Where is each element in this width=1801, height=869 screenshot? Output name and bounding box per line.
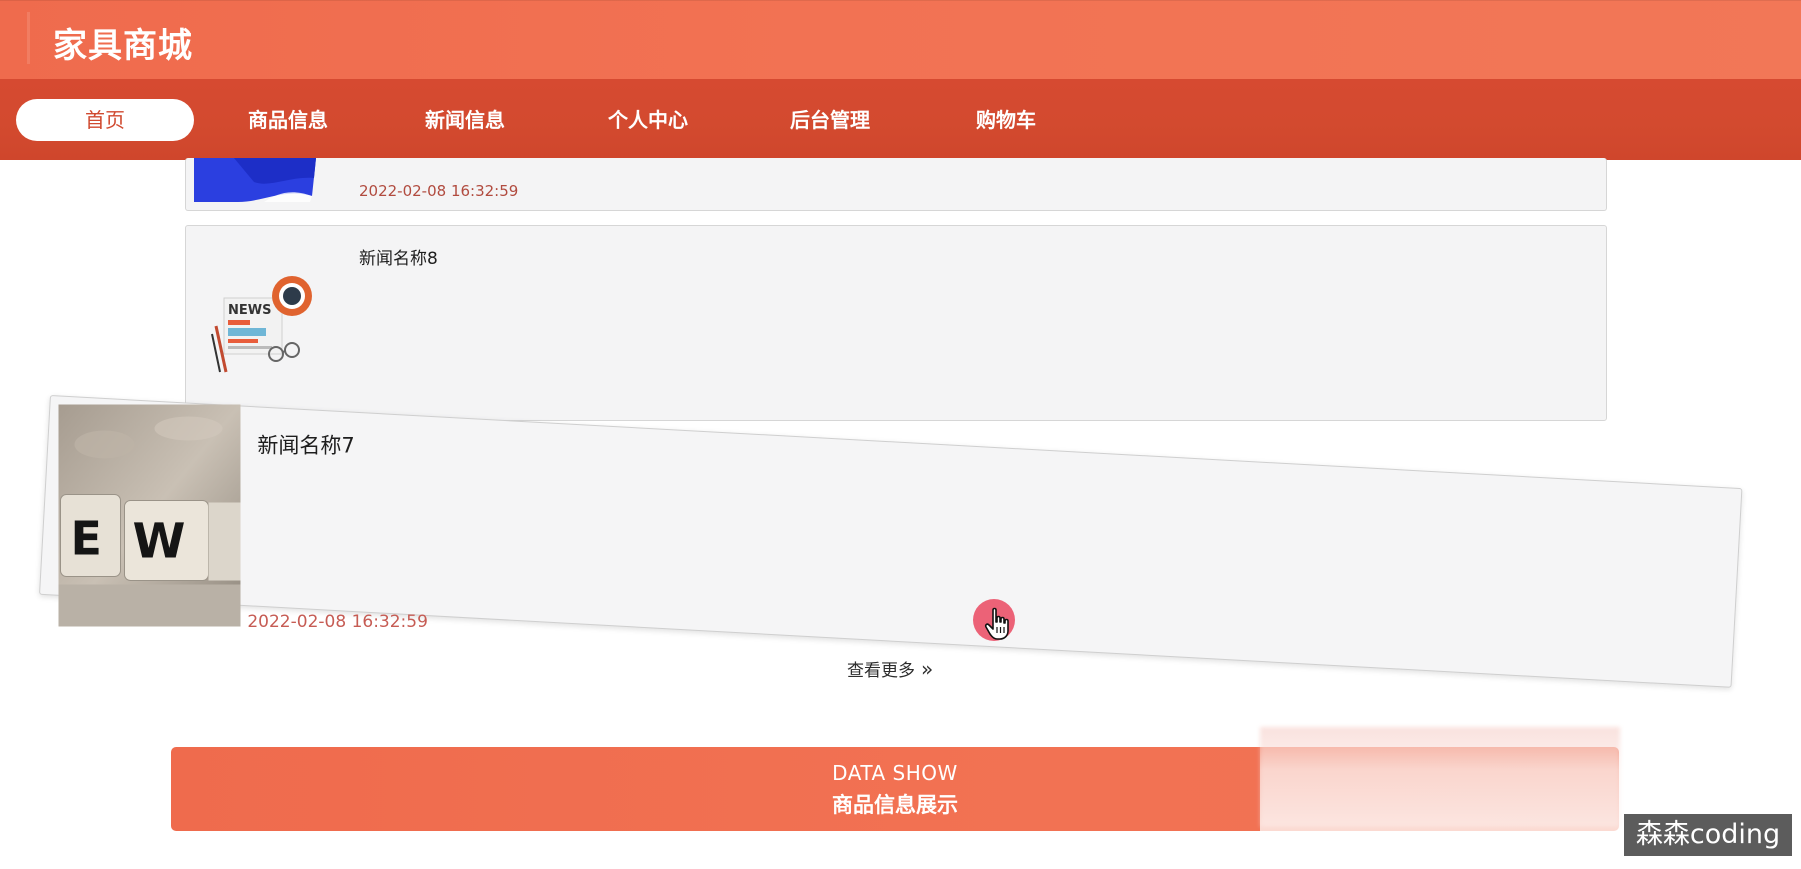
nav-item-admin[interactable]: 后台管理: [760, 99, 900, 141]
view-more-link[interactable]: 查看更多 »: [847, 656, 933, 681]
svg-text:E: E: [70, 511, 101, 565]
nav-item-home[interactable]: 首页: [16, 99, 194, 141]
news-thumbnail[interactable]: NEWS: [204, 264, 322, 374]
news-card[interactable]: NEWS 新闻名称8: [185, 225, 1607, 421]
site-header: 家具商城: [0, 0, 1801, 79]
double-chevron-right-icon: »: [921, 657, 934, 681]
nav-item-products[interactable]: 商品信息: [218, 99, 358, 141]
svg-text:NEWS: NEWS: [228, 303, 271, 318]
nav-item-user-center[interactable]: 个人中心: [578, 99, 718, 141]
svg-text:W: W: [132, 513, 185, 569]
site-title[interactable]: 家具商城: [53, 18, 193, 67]
blue-fabric-image: [194, 158, 316, 202]
nav-item-cart[interactable]: 购物车: [936, 99, 1076, 141]
header-divider: [27, 12, 30, 64]
hand-pointer-icon: [984, 607, 1012, 641]
news-thumbnail[interactable]: E W: [58, 404, 241, 627]
watermark: 森森coding: [1624, 814, 1792, 856]
newspaper-icon: NEWS: [211, 276, 312, 373]
news-date: 2022-02-08 16:32:59: [359, 182, 519, 200]
news-letter-blocks-image: E W: [58, 404, 241, 627]
news-date: 2022-02-08 16:32:59: [247, 612, 428, 633]
news-thumbnail[interactable]: [194, 158, 316, 202]
news-card[interactable]: E W 新闻名称7 2022-02-08 16:32:59: [39, 395, 1743, 688]
news-title[interactable]: 新闻名称8: [359, 244, 438, 269]
news-card[interactable]: 2022-02-08 16:32:59: [185, 158, 1607, 211]
nav-item-news[interactable]: 新闻信息: [395, 99, 535, 141]
view-more-label: 查看更多: [847, 661, 915, 681]
main-nav: 首页 商品信息 新闻信息 个人中心 后台管理 购物车: [0, 79, 1801, 160]
next-section-preview: [230, 858, 1430, 869]
news-title[interactable]: 新闻名称7: [257, 429, 354, 459]
